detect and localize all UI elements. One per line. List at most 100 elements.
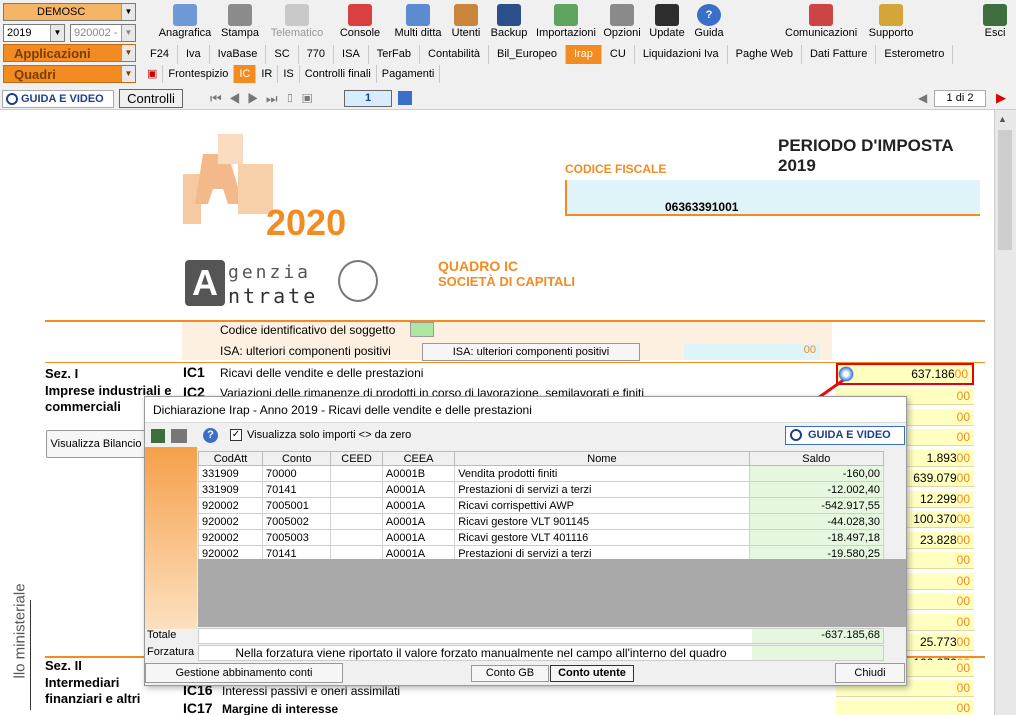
isa-button[interactable]: ISA: ulteriori componenti positivi — [422, 343, 640, 361]
chevron-down-icon[interactable]: ▼ — [50, 25, 64, 41]
nonzero-checkbox[interactable]: ✓ — [230, 429, 242, 441]
value-decimals: 00 — [956, 389, 970, 403]
gestione-abbinamento-button[interactable]: Gestione abbinamento conti — [145, 663, 343, 683]
multi-ditta-icon — [406, 4, 430, 26]
supporto-button[interactable]: Supporto — [863, 2, 919, 40]
column-header[interactable]: Conto — [262, 451, 332, 466]
prev-page-icon[interactable]: ◀ — [918, 91, 927, 105]
quadri-select[interactable]: Quadri ▼ — [3, 65, 136, 83]
console-button[interactable]: Console — [337, 2, 383, 40]
table-cell: 920002 — [197, 497, 264, 514]
subtab-ir[interactable]: IR — [256, 65, 279, 83]
opzioni-button[interactable]: Opzioni — [602, 2, 642, 40]
export-icon[interactable] — [151, 429, 165, 443]
tab-contabilit-[interactable]: Contabilità — [420, 45, 490, 64]
next-page-icon[interactable]: ▶ — [996, 90, 1006, 106]
table-row[interactable]: 920002 7005003 A0001A Ricavi gestore VLT 40… — [197, 529, 885, 546]
isa-label: ISA: ulteriori componenti positivi — [220, 344, 391, 358]
tab-770[interactable]: 770 — [299, 45, 335, 64]
visualizza-bilancio-button[interactable]: Visualizza Bilancio — [46, 430, 146, 458]
utenti-button[interactable]: Utenti — [448, 2, 484, 40]
tab-isa[interactable]: ISA — [334, 45, 369, 64]
chevron-down-icon[interactable]: ▼ — [121, 25, 135, 41]
chevron-down-icon[interactable]: ▼ — [121, 4, 135, 20]
tab-ivabase[interactable]: IvaBase — [210, 45, 267, 64]
tab-paghe-web[interactable]: Paghe Web — [728, 45, 802, 64]
nonzero-label: Visualizza solo importi <> da zero — [247, 429, 412, 441]
anagrafica-button[interactable]: Anagrafica — [156, 2, 214, 40]
telematico-button[interactable]: Telematico — [266, 2, 328, 40]
tab-sc[interactable]: SC — [266, 45, 299, 64]
tab-f24[interactable]: F24 — [142, 45, 178, 64]
page-number-input[interactable]: 1 — [344, 90, 392, 107]
dialog-guida-button[interactable]: GUIDA E VIDEO — [785, 426, 905, 445]
multi-ditta-button[interactable]: Multi ditta — [392, 2, 444, 40]
printer-icon[interactable] — [171, 429, 187, 443]
codice-id-field[interactable] — [410, 322, 434, 337]
vertical-scrollbar[interactable]: ▲ — [994, 110, 1016, 715]
subtab-ic[interactable]: IC — [234, 65, 257, 83]
update-button[interactable]: Update — [647, 2, 687, 40]
dialog-side-strip — [145, 447, 197, 629]
tab-dati-fatture[interactable]: Dati Fatture — [802, 45, 877, 64]
isa-value[interactable]: 00 — [684, 344, 820, 360]
page-nav-arrows[interactable]: ⏮◀▶⏭▯▣ — [210, 91, 319, 107]
table-cell — [330, 481, 383, 498]
subtab-is[interactable]: IS — [278, 65, 300, 83]
chiudi-button[interactable]: Chiudi — [835, 663, 905, 683]
column-header[interactable]: CEEA — [381, 451, 456, 466]
conto-gb-button[interactable]: Conto GB — [471, 665, 549, 682]
applicazioni-select[interactable]: Applicazioni ▼ — [3, 44, 136, 62]
subtab-controlli-finali[interactable]: Controlli finali — [300, 65, 377, 83]
guida-video-button[interactable]: GUIDA E VIDEO — [2, 90, 114, 108]
stampa-button[interactable]: Stampa — [218, 2, 262, 40]
page-counter-label: 1 di 2 — [946, 92, 974, 104]
tab-iva[interactable]: Iva — [178, 45, 210, 64]
esci-button[interactable]: Esci — [978, 2, 1012, 40]
subtab-frontespizio[interactable]: Frontespizio — [163, 65, 235, 83]
tab-terfab[interactable]: TerFab — [369, 45, 421, 64]
column-header[interactable]: Nome — [454, 451, 750, 466]
code-select[interactable]: 920002 - ▼ — [70, 24, 136, 42]
tab-esterometro[interactable]: Esterometro — [876, 45, 954, 64]
periodo-title: PERIODO D'IMPOSTA 2019 — [778, 136, 953, 175]
totale-value: -637.185,68 — [752, 629, 883, 643]
controlli-button[interactable]: Controlli — [119, 89, 183, 108]
ic17-value-field[interactable]: 00 — [836, 700, 974, 715]
conto-utente-button[interactable]: Conto utente — [550, 665, 634, 682]
update-icon — [655, 4, 679, 26]
importazioni-label: Importazioni — [536, 27, 596, 39]
column-header[interactable]: Saldo — [748, 451, 885, 466]
table-row[interactable]: 331909 70141 A0001A Prestazioni di servizi … — [197, 481, 885, 498]
forzatura-value-field[interactable] — [752, 646, 883, 660]
scroll-up-icon[interactable]: ▲ — [998, 114, 1007, 124]
column-header[interactable]: CEED — [330, 451, 383, 466]
chevron-down-icon[interactable]: ▼ — [121, 66, 135, 82]
guida-button[interactable]: ? Guida — [691, 2, 727, 40]
tab-bil-europeo[interactable]: Bil_Europeo — [489, 45, 566, 64]
table-row[interactable]: 920002 7005001 A0001A Ricavi corrispettivi … — [197, 497, 885, 514]
tab-liquidazioni-iva[interactable]: Liquidazioni Iva — [635, 45, 728, 64]
value-decimals: 00 — [956, 409, 970, 424]
goto-page-icon[interactable] — [398, 91, 412, 105]
tab-irap[interactable]: Irap — [565, 45, 602, 64]
quadro-subtitle: SOCIETÀ DI CAPITALI — [438, 274, 575, 289]
comunicazioni-button[interactable]: Comunicazioni — [784, 2, 858, 40]
subtab-pagamenti[interactable]: Pagamenti — [377, 65, 441, 83]
pdf-icon[interactable]: ▣ — [142, 65, 164, 83]
codice-fiscale-value[interactable]: 06363391001 — [665, 200, 738, 214]
column-header[interactable]: CodAtt — [197, 451, 264, 466]
backup-button[interactable]: Backup — [489, 2, 529, 40]
table-row[interactable]: 920002 7005002 A0001A Ricavi gestore VLT 90… — [197, 513, 885, 530]
table-row[interactable]: 331909 70000 A0001B Vendita prodotti finiti… — [197, 465, 885, 482]
scroll-thumb[interactable] — [998, 130, 1012, 250]
code-value: 920002 - — [74, 27, 118, 39]
importazioni-button[interactable]: Importazioni — [534, 2, 598, 40]
table-cell — [330, 529, 383, 546]
help-icon[interactable]: ? — [203, 428, 218, 443]
company-select[interactable]: DEMOSC ▼ — [3, 3, 136, 21]
tab-cu[interactable]: CU — [602, 45, 635, 64]
year-select[interactable]: 2019 ▼ — [3, 24, 65, 42]
chevron-down-icon[interactable]: ▼ — [121, 45, 135, 61]
ricavi-dialog: Dichiarazione Irap - Anno 2019 - Ricavi … — [144, 396, 907, 686]
